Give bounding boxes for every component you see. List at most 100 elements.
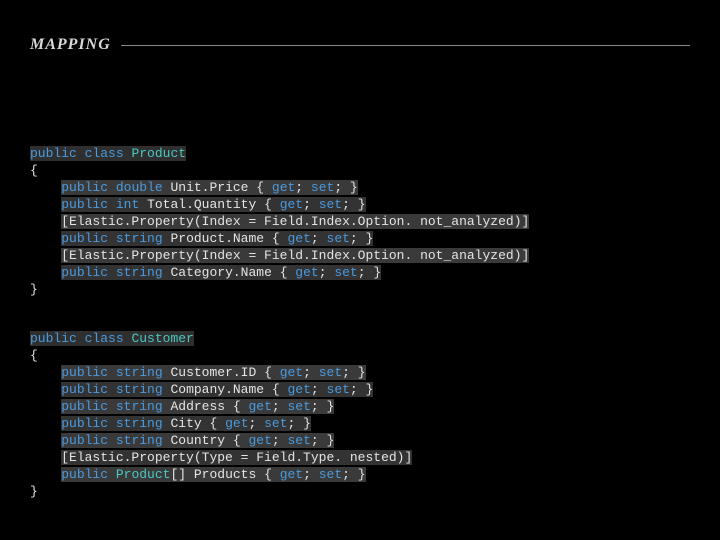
type: int: [116, 197, 139, 212]
kw: get: [280, 197, 303, 212]
kw: public: [61, 197, 108, 212]
kw: set: [334, 265, 357, 280]
text: ; }: [342, 467, 365, 482]
text: ; }: [311, 399, 334, 414]
text: {: [256, 365, 279, 380]
text: {: [264, 231, 287, 246]
kw: public: [61, 365, 108, 380]
kw: get: [248, 399, 271, 414]
kw: public: [61, 433, 108, 448]
kw: get: [280, 467, 303, 482]
type: string: [116, 416, 163, 431]
ident: Customer.ID: [170, 365, 256, 380]
kw: get: [288, 231, 311, 246]
attribute: [Elastic.Property(Index = Field.Index.Op…: [61, 214, 529, 229]
type: string: [116, 231, 163, 246]
text: {: [256, 467, 279, 482]
text: ;: [311, 231, 327, 246]
brace-close: }: [30, 282, 38, 297]
text: {: [248, 180, 271, 195]
class-name-customer: Customer: [131, 331, 193, 346]
kw-class: class: [85, 146, 124, 161]
kw: public: [61, 265, 108, 280]
text: {: [264, 382, 287, 397]
text: ; }: [311, 433, 334, 448]
text: ; }: [350, 231, 373, 246]
text: ;: [295, 180, 311, 195]
ident: Unit.Price: [170, 180, 248, 195]
text: ; }: [358, 265, 381, 280]
ident: Country: [170, 433, 225, 448]
kw: public: [61, 382, 108, 397]
slide-title: MAPPING: [30, 36, 121, 54]
array-suffix: []: [170, 467, 186, 482]
kw: set: [264, 416, 287, 431]
kw-class: class: [85, 331, 124, 346]
text: ;: [311, 382, 327, 397]
kw: public: [61, 399, 108, 414]
text: {: [225, 399, 248, 414]
ident: Total.Quantity: [147, 197, 256, 212]
kw: set: [288, 399, 311, 414]
kw-public: public: [30, 146, 77, 161]
ident: Address: [170, 399, 225, 414]
header-divider: [121, 45, 690, 46]
text: {: [225, 433, 248, 448]
attribute: [Elastic.Property(Index = Field.Index.Op…: [61, 248, 529, 263]
text: ; }: [342, 365, 365, 380]
text: {: [202, 416, 225, 431]
ident: Products: [194, 467, 256, 482]
attribute: [Elastic.Property(Type = Field.Type. nes…: [61, 450, 412, 465]
kw: get: [225, 416, 248, 431]
text: ;: [303, 365, 319, 380]
kw: set: [327, 382, 350, 397]
text: {: [256, 197, 279, 212]
ident: Company.Name: [170, 382, 264, 397]
type: double: [116, 180, 163, 195]
slide: MAPPING public class Product { public do…: [0, 0, 720, 540]
kw: public: [61, 180, 108, 195]
type: string: [116, 382, 163, 397]
kw: set: [311, 180, 334, 195]
kw: get: [280, 365, 303, 380]
ident: City: [170, 416, 201, 431]
kw-public: public: [30, 331, 77, 346]
kw: set: [319, 197, 342, 212]
code-block-customer: public class Customer { public string Cu…: [30, 330, 412, 500]
text: ;: [303, 467, 319, 482]
kw: get: [288, 382, 311, 397]
kw: get: [272, 180, 295, 195]
text: ; }: [342, 197, 365, 212]
class-name-product: Product: [131, 146, 186, 161]
kw: public: [61, 416, 108, 431]
kw: set: [319, 467, 342, 482]
header-row: MAPPING: [30, 36, 690, 54]
type: string: [116, 433, 163, 448]
ident: Product.Name: [170, 231, 264, 246]
kw: get: [248, 433, 271, 448]
text: ;: [319, 265, 335, 280]
type: Product: [116, 467, 171, 482]
kw: public: [61, 467, 108, 482]
text: ;: [249, 416, 265, 431]
brace-open: {: [30, 348, 38, 363]
text: ; }: [350, 382, 373, 397]
type: string: [116, 265, 163, 280]
type: string: [116, 365, 163, 380]
text: ;: [272, 399, 288, 414]
text: {: [272, 265, 295, 280]
type: string: [116, 399, 163, 414]
kw: set: [327, 231, 350, 246]
text: ;: [272, 433, 288, 448]
code-block-product: public class Product { public double Uni…: [30, 145, 529, 298]
kw: set: [288, 433, 311, 448]
text: ;: [303, 197, 319, 212]
ident: Category.Name: [170, 265, 271, 280]
brace-open: {: [30, 163, 38, 178]
kw: set: [319, 365, 342, 380]
brace-close: }: [30, 484, 38, 499]
text: ; }: [334, 180, 357, 195]
text: ; }: [288, 416, 311, 431]
kw: public: [61, 231, 108, 246]
kw: get: [295, 265, 318, 280]
